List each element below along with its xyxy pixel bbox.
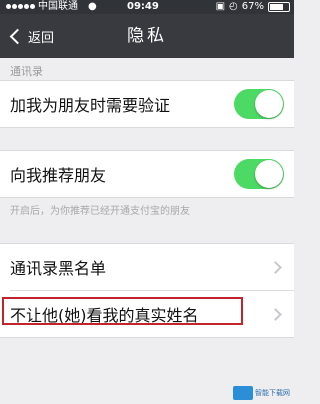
alarm-icon: ◴ [229,1,238,12]
battery-percent: 67% [241,1,264,12]
contacts-group: 加我为朋友时需要验证 [0,80,294,128]
recommend-group: 向我推荐朋友 [0,150,294,198]
toggle-knob [255,90,283,118]
list-group: 通讯录黑名单 不让他(她)看我的真实姓名 [0,243,294,338]
hide-real-name-row[interactable]: 不让他(她)看我的真实姓名 [0,291,294,337]
navigation-bar: 返回 隐私 [0,14,294,58]
watermark-text: 智能下载网 [255,389,290,397]
recommend-footnote: 开启后，为你推荐已经开通支付宝的朋友 [10,206,190,217]
recommend-friends-toggle[interactable] [234,159,284,189]
wifi-icon: ● [88,1,97,12]
verify-friend-row: 加我为朋友时需要验证 [0,81,294,127]
clock: 09:49 [127,1,159,12]
blacklist-label: 通讯录黑名单 [10,259,107,278]
verify-friend-toggle[interactable] [234,89,284,119]
toggle-knob [255,160,283,188]
blacklist-row[interactable]: 通讯录黑名单 [0,244,294,290]
watermark-logo-icon [233,386,253,400]
hide-real-name-label: 不让他(她)看我的真实姓名 [10,306,199,325]
section-header-contacts: 通讯录 [10,65,43,78]
recommend-friends-row: 向我推荐朋友 [0,151,294,197]
carrier-label: 中国联通 [38,1,78,12]
page-title: 隐私 [127,26,167,46]
watermark: 智能下载网 [233,386,290,400]
status-bar: 中国联通 ● 09:49 ▣ ◴ 67% [0,0,294,14]
battery-icon [268,2,290,12]
status-right: ▣ ◴ 67% [216,0,290,14]
signal-icon [6,4,35,9]
lock-icon: ▣ [215,1,226,12]
